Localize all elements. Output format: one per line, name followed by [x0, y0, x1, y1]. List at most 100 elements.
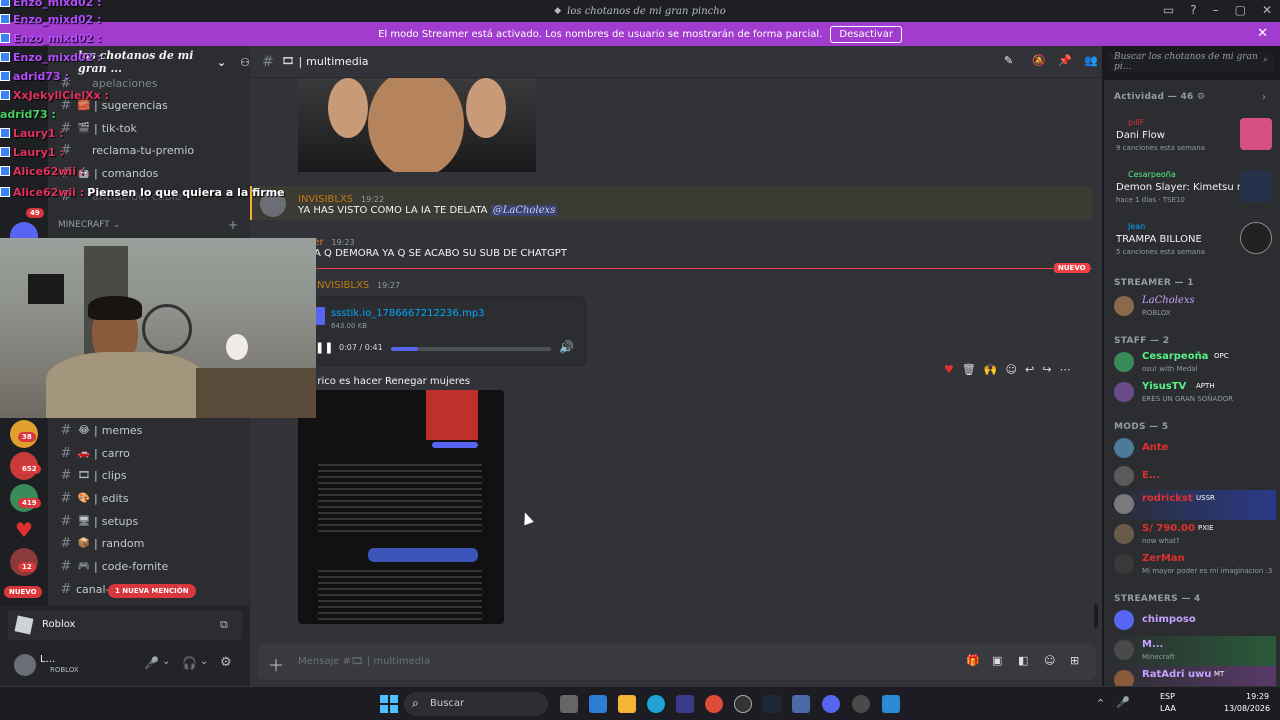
apps-icon[interactable]: ⊞	[1070, 654, 1079, 667]
channel-item[interactable]: # 🎨 | edits	[56, 487, 242, 509]
audio-progress[interactable]	[391, 347, 551, 351]
wall-sign	[28, 274, 64, 304]
pause-icon[interactable]: ❚❚	[315, 341, 333, 354]
more-icon[interactable]: ⋯	[1059, 363, 1070, 376]
channel-item[interactable]: # 🚗 | carro	[56, 442, 242, 464]
app-icon[interactable]	[792, 695, 810, 713]
steam-icon[interactable]	[763, 695, 781, 713]
members-icon[interactable]: 👥	[1084, 54, 1098, 67]
gif-icon[interactable]: ▣	[992, 654, 1002, 667]
language-label[interactable]: ESP	[1160, 692, 1175, 701]
chevron-up-icon[interactable]: ⌃	[1096, 697, 1105, 710]
maximize-button[interactable]: ▢	[1235, 3, 1246, 17]
discord-icon[interactable]	[822, 695, 840, 713]
close-window-button[interactable]: ✕	[1262, 3, 1272, 17]
mute-icon[interactable]: 🔕	[1032, 54, 1046, 67]
channel-item[interactable]: # 😂 | memes	[56, 419, 242, 441]
badge-icon	[0, 71, 10, 81]
member-item[interactable]: S/ 790.00 PXIE now what?	[1110, 520, 1276, 550]
edge-icon[interactable]	[647, 695, 665, 713]
file-name[interactable]: ssstik.io_1786667212236.mp3	[331, 308, 485, 319]
microphone-icon[interactable]: 🎤	[144, 656, 159, 670]
app-icon[interactable]	[882, 695, 900, 713]
member-item[interactable]: Ante	[1110, 434, 1276, 464]
member-item[interactable]: YisusTV APTH ERES UN GRAN SOÑADOR	[1110, 378, 1276, 408]
settings-icon[interactable]: ⚙	[1197, 92, 1205, 102]
headphones-icon[interactable]: 🎧	[182, 656, 197, 670]
activity-bar[interactable]: Roblox ⧉	[8, 610, 242, 640]
chevron-down-icon[interactable]: ⌄	[162, 656, 170, 667]
inbox-icon[interactable]: ▭	[1163, 3, 1174, 17]
channel-item[interactable]: # 🎞 | clips	[56, 464, 242, 486]
message-input[interactable]: Mensaje #🎞 | multimedia	[298, 656, 430, 667]
heart-reaction-icon[interactable]: ♥	[944, 363, 954, 376]
explorer-icon[interactable]	[618, 695, 636, 713]
chat-scrollbar[interactable]	[1094, 604, 1098, 628]
taskbar-search[interactable]: ⌕ Buscar	[404, 692, 548, 716]
image-attachment[interactable]	[298, 390, 504, 624]
clock-date[interactable]: 13/08/2026	[1224, 704, 1270, 713]
forward-icon[interactable]: ↪	[1042, 363, 1051, 376]
chat-bubble	[432, 442, 478, 448]
album-art	[1240, 222, 1272, 254]
add-channel-icon[interactable]: +	[228, 218, 238, 232]
hands-reaction-icon[interactable]: 🙌	[984, 363, 998, 376]
minimize-button[interactable]: –	[1213, 3, 1219, 17]
mention-pill[interactable]: 1 NUEVA MENCIÓN	[108, 584, 196, 598]
member-item[interactable]: RatAdri uwu MT	[1110, 666, 1276, 686]
add-reaction-icon[interactable]: ☺	[1006, 363, 1017, 376]
reply-icon[interactable]: ↩	[1025, 363, 1034, 376]
clock-time[interactable]: 19:29	[1246, 692, 1269, 701]
hash-icon: #	[60, 445, 72, 461]
user-mention[interactable]: @LaCholexs	[490, 205, 558, 216]
avatar[interactable]	[14, 654, 36, 676]
microphone-icon[interactable]: 🎤	[1116, 696, 1130, 709]
help-icon[interactable]: ?	[1190, 3, 1196, 17]
user-name: pillF	[1128, 118, 1145, 127]
channel-item[interactable]: # 📦 | random	[56, 532, 242, 554]
close-banner-icon[interactable]: ✕	[1257, 26, 1268, 41]
chrome-icon[interactable]	[705, 695, 723, 713]
member-item[interactable]: rodrickst USSR	[1110, 490, 1276, 520]
threads-icon[interactable]: ✎	[1004, 54, 1013, 67]
store-icon[interactable]	[589, 695, 607, 713]
chevron-down-icon[interactable]: ⌄	[200, 656, 208, 667]
album-art	[1240, 118, 1272, 150]
channel-item[interactable]: # 🎮 | code-fornite	[56, 555, 242, 577]
emoji-icon[interactable]: ☺	[1044, 654, 1055, 667]
text-block	[318, 464, 482, 534]
new-pill[interactable]: NUEVO	[4, 586, 42, 598]
member-item[interactable]: M... Minecraft	[1110, 636, 1276, 666]
trash-reaction-icon[interactable]: 🗑	[962, 363, 976, 376]
channel-item[interactable]: # 🖥 | setups	[56, 510, 242, 532]
member-item[interactable]: ZerMan Mi mayor poder es mi imaginacion …	[1110, 550, 1276, 580]
badge-icon	[0, 52, 10, 62]
xbox-icon[interactable]	[852, 695, 870, 713]
screen-share-icon[interactable]: ⧉	[220, 618, 228, 632]
deactivate-button[interactable]: Desactivar	[830, 25, 902, 43]
obs-icon[interactable]	[734, 695, 752, 713]
member-item[interactable]: E...	[1110, 462, 1276, 492]
activity-card[interactable]: Cesarpeoña Demon Slayer: Kimetsu no ... …	[1110, 168, 1276, 208]
volume-icon[interactable]: 🔊	[559, 340, 574, 354]
gear-icon[interactable]: ⚙	[220, 655, 232, 670]
avatar	[1114, 610, 1134, 630]
store-app-icon[interactable]	[676, 695, 694, 713]
server-icon[interactable]: ♥	[10, 516, 38, 544]
activity-card[interactable]: Jean TRAMPA BILLONE 5 canciones esta sem…	[1110, 220, 1276, 260]
gift-icon[interactable]: 🎁	[966, 654, 980, 667]
search-input[interactable]: Buscar los chotanos de mi gran pi... ⌕	[1108, 52, 1274, 72]
start-button[interactable]	[380, 695, 398, 713]
category-minecraft[interactable]: MINECRAFT ⌄	[58, 220, 120, 230]
member-item[interactable]: chimposo	[1110, 606, 1276, 636]
activity-card[interactable]: pillF Dani Flow 9 canciones esta semana	[1110, 116, 1276, 156]
task-view-icon[interactable]	[560, 695, 578, 713]
sticker-icon[interactable]: ◧	[1018, 654, 1028, 667]
chevron-right-icon[interactable]: ›	[1262, 92, 1266, 103]
hash-icon: #	[60, 535, 72, 551]
member-item[interactable]: LaCholexs ROBLOX	[1110, 292, 1276, 322]
member-item[interactable]: Cesarpeoña OPC osu! with Medal	[1110, 348, 1276, 378]
add-attachment-icon[interactable]: ＋	[268, 652, 284, 676]
pin-icon[interactable]: 📌	[1058, 54, 1072, 67]
shared-image[interactable]	[298, 78, 536, 172]
